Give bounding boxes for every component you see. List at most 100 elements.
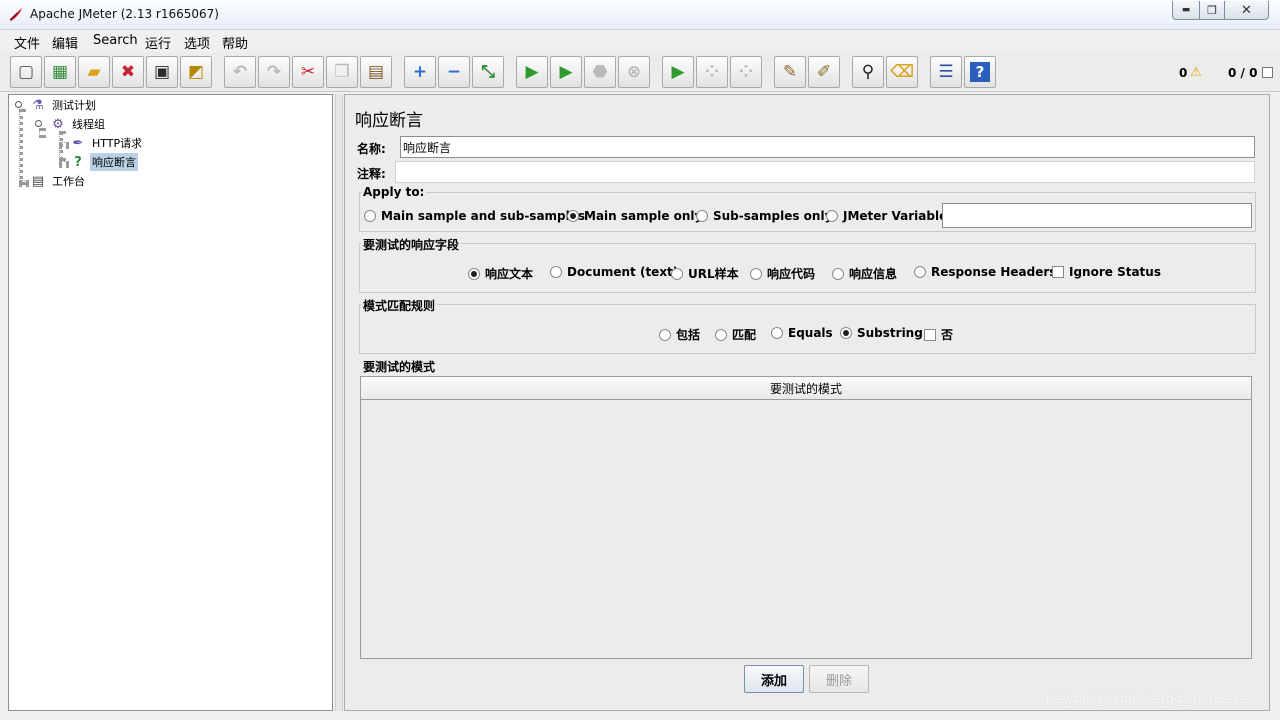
radio-label: 响应信息 (849, 267, 898, 281)
tree-node-label: 工作台 (52, 175, 85, 188)
patterns-column-header[interactable]: 要测试的模式 (361, 377, 1251, 400)
delete-pattern-button[interactable]: 删除 (809, 665, 869, 693)
templates-toolbar-button[interactable]: ▦ (44, 56, 76, 88)
close-toolbar-button[interactable]: ✖ (112, 56, 144, 88)
maximize-icon: ❐ (1207, 3, 1217, 17)
menu-options[interactable]: 选项 (184, 33, 210, 52)
stop-icon: ⬣ (592, 62, 608, 82)
field-response-headers-radio[interactable]: Response Headers (914, 265, 1056, 279)
tree-node-test-plan[interactable]: ⚗ 测试计划 (29, 96, 98, 114)
checkbox-label: Ignore Status (1069, 265, 1161, 279)
workbench-icon: ▤ (31, 173, 45, 189)
toggle-toolbar-button[interactable]: ⤡ (472, 56, 504, 88)
rule-matches-radio[interactable]: 匹配 (715, 326, 756, 343)
rule-not-checkbox[interactable]: 否 (924, 326, 953, 343)
radio-indicator (715, 328, 727, 341)
remote-start-toolbar-button[interactable]: ▶ (662, 56, 694, 88)
radio-label: Response Headers (931, 265, 1057, 279)
close-icon: ✖ (120, 62, 136, 82)
remote-shutdown-icon: ⁘ (738, 62, 754, 82)
cut-toolbar-button[interactable]: ✂ (292, 56, 324, 88)
test-plan-tree[interactable]: ⚗ 测试计划 ⚙ 线程组 ✒ HTTP请求 ? 响应断言 ▤ 工作台 (8, 94, 333, 711)
apply-jmeter-variable-radio[interactable]: JMeter Variable (826, 209, 947, 223)
field-response-message-radio[interactable]: 响应信息 (832, 265, 897, 282)
clear-toolbar-button[interactable]: ✎ (774, 56, 806, 88)
clear-icon: ✎ (782, 62, 798, 82)
radio-label: Substring (857, 326, 923, 340)
rule-substring-radio[interactable]: Substring (840, 326, 923, 340)
menu-run[interactable]: 运行 (145, 33, 171, 52)
assertion-icon: ? (74, 154, 82, 170)
rule-contains-radio[interactable]: 包括 (659, 326, 700, 343)
name-input[interactable] (400, 136, 1255, 158)
close-window-button[interactable]: ✕ (1224, 1, 1269, 20)
open-toolbar-button[interactable]: ▰ (78, 56, 110, 88)
menu-bar: 文件 编辑 Search 运行 选项 帮助 (0, 30, 1280, 52)
copy-toolbar-button[interactable]: ❐ (326, 56, 358, 88)
tree-guide-line (59, 131, 63, 161)
tree-guide-line (39, 128, 43, 138)
save-as-toolbar-button[interactable]: ◩ (180, 56, 212, 88)
patterns-table[interactable]: 要测试的模式 (360, 376, 1252, 659)
start-no-pause-toolbar-button[interactable]: ▶ (550, 56, 582, 88)
tree-node-http-request[interactable]: ✒ HTTP请求 (69, 134, 144, 152)
radio-indicator (567, 210, 579, 222)
remote-stop-toolbar-button[interactable]: ⁘ (696, 56, 728, 88)
function-helper-toolbar-button[interactable]: ☰ (930, 56, 962, 88)
tree-node-thread-group[interactable]: ⚙ 线程组 (49, 115, 107, 133)
apply-sub-only-radio[interactable]: Sub-samples only (696, 209, 832, 223)
thread-group-icon: ⚙ (52, 116, 64, 132)
function-helper-icon: ☰ (938, 62, 954, 82)
copy-icon: ❐ (334, 62, 350, 82)
comment-input[interactable] (395, 161, 1255, 183)
stop-toolbar-button[interactable]: ⬣ (584, 56, 616, 88)
ignore-status-checkbox[interactable]: Ignore Status (1052, 265, 1161, 279)
radio-indicator (750, 267, 762, 280)
collapse-toolbar-button[interactable]: − (438, 56, 470, 88)
add-pattern-button[interactable]: 添加 (744, 665, 804, 693)
expand-toolbar-button[interactable]: + (404, 56, 436, 88)
tree-toggle-thread-group[interactable] (35, 120, 42, 127)
radio-indicator (832, 267, 844, 280)
clear-all-icon: ✐ (816, 62, 832, 82)
pattern-rules-title: 模式匹配规则 (361, 297, 438, 314)
search-toolbar-button[interactable]: ⚲ (852, 56, 884, 88)
rule-equals-radio[interactable]: Equals (771, 326, 833, 340)
new-toolbar-button[interactable]: ▢ (10, 56, 42, 88)
paste-icon: ▤ (367, 62, 385, 82)
start-toolbar-button[interactable]: ▶ (516, 56, 548, 88)
split-pane-divider[interactable] (335, 94, 343, 711)
field-document-text-radio[interactable]: Document (text) (550, 265, 678, 279)
minimize-button[interactable]: ▬ (1172, 1, 1200, 20)
reset-search-toolbar-button[interactable]: ⌫ (886, 56, 918, 88)
menu-search[interactable]: Search (93, 33, 138, 48)
search-icon: ⚲ (861, 62, 875, 82)
save-toolbar-button[interactable]: ▣ (146, 56, 178, 88)
paste-toolbar-button[interactable]: ▤ (360, 56, 392, 88)
apply-main-and-sub-radio[interactable]: Main sample and sub-samples (364, 209, 585, 223)
shutdown-toolbar-button[interactable]: ⊗ (618, 56, 650, 88)
field-url-sample-radio[interactable]: URL样本 (671, 265, 739, 282)
apply-main-only-radio[interactable]: Main sample only (567, 209, 702, 223)
tree-node-response-assertion[interactable]: ? 响应断言 (69, 153, 138, 171)
tree-node-workbench[interactable]: ▤ 工作台 (29, 172, 87, 190)
undo-toolbar-button[interactable]: ↶ (224, 56, 256, 88)
warning-icon[interactable]: ⚠ (1190, 65, 1202, 80)
clear-all-toolbar-button[interactable]: ✐ (808, 56, 840, 88)
maximize-button[interactable]: ❐ (1199, 1, 1225, 20)
radio-label: 包括 (676, 328, 701, 342)
help-toolbar-button[interactable]: ? (964, 56, 996, 88)
tree-toggle-test-plan[interactable] (15, 101, 22, 108)
menu-file[interactable]: 文件 (14, 33, 40, 52)
menu-edit[interactable]: 编辑 (52, 33, 78, 52)
cut-icon: ✂ (300, 62, 316, 82)
menu-help[interactable]: 帮助 (222, 33, 248, 52)
remote-shutdown-toolbar-button[interactable]: ⁘ (730, 56, 762, 88)
checkbox-indicator (1052, 266, 1064, 278)
field-response-text-radio[interactable]: 响应文本 (468, 265, 533, 282)
checkbox-label: 否 (941, 328, 954, 342)
radio-label: URL样本 (688, 267, 739, 281)
redo-toolbar-button[interactable]: ↷ (258, 56, 290, 88)
jmeter-variable-input[interactable] (942, 203, 1252, 228)
field-response-code-radio[interactable]: 响应代码 (750, 265, 815, 282)
